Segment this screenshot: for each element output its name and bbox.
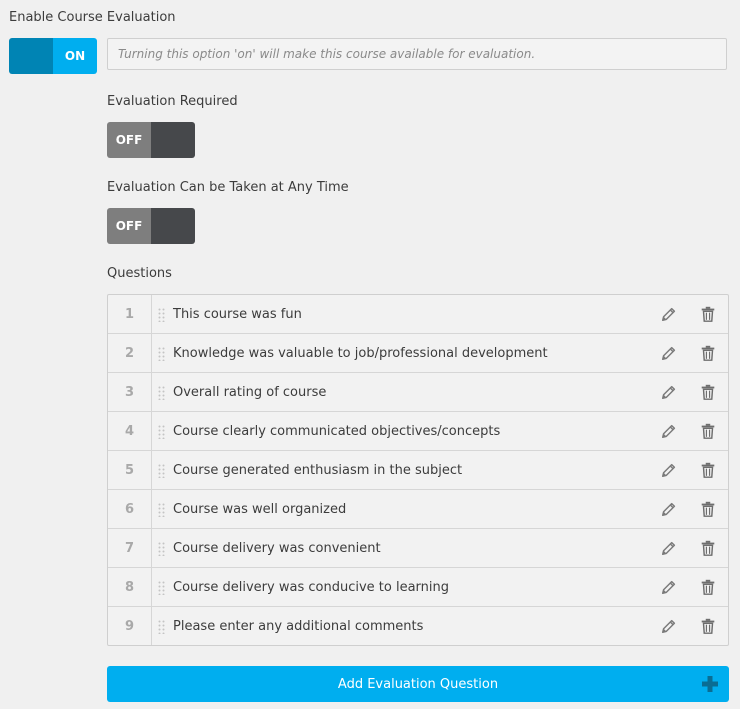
drag-handle-icon[interactable]	[158, 463, 166, 479]
toggle-state-off: OFF	[107, 208, 151, 244]
question-number: 9	[108, 607, 152, 645]
pencil-icon[interactable]	[659, 421, 679, 441]
question-number: 7	[108, 529, 152, 567]
question-row[interactable]: 2 Knowledge was valuable to job/professio…	[108, 334, 728, 373]
question-text: Course was well organized	[173, 501, 347, 517]
question-row[interactable]: 5 Course generated enthusiasm in the subj…	[108, 451, 728, 490]
question-text: Course delivery was conducive to learnin…	[173, 579, 449, 595]
question-text: Course generated enthusiasm in the subje…	[173, 462, 463, 478]
evaluation-required-toggle[interactable]: OFF	[107, 122, 195, 158]
trash-icon[interactable]	[698, 616, 718, 636]
question-number: 8	[108, 568, 152, 606]
pencil-icon[interactable]	[659, 343, 679, 363]
trash-icon[interactable]	[698, 460, 718, 480]
trash-icon[interactable]	[698, 421, 718, 441]
plus-icon	[702, 676, 718, 692]
drag-handle-icon[interactable]	[158, 619, 166, 635]
question-row[interactable]: 3 Overall rating of course	[108, 373, 728, 412]
drag-handle-icon[interactable]	[158, 424, 166, 440]
question-row[interactable]: 7 Course delivery was convenient	[108, 529, 728, 568]
trash-icon[interactable]	[698, 577, 718, 597]
trash-icon[interactable]	[698, 343, 718, 363]
drag-handle-icon[interactable]	[158, 541, 166, 557]
question-number: 4	[108, 412, 152, 450]
drag-handle-icon[interactable]	[158, 385, 166, 401]
question-row[interactable]: 6 Course was well organized	[108, 490, 728, 529]
pencil-icon[interactable]	[659, 460, 679, 480]
drag-handle-icon[interactable]	[158, 346, 166, 362]
question-text: Course delivery was convenient	[173, 540, 381, 556]
enable-evaluation-toggle[interactable]: ON	[9, 38, 97, 74]
question-text: Please enter any additional comments	[173, 618, 424, 634]
toggle-state-on: ON	[53, 38, 97, 74]
pencil-icon[interactable]	[659, 538, 679, 558]
add-evaluation-question-label: Add Evaluation Question	[337, 676, 499, 692]
enable-evaluation-label: Enable Course Evaluation	[9, 10, 176, 25]
evaluation-required-label: Evaluation Required	[107, 94, 238, 109]
question-row[interactable]: 1 This course was fun	[108, 295, 728, 334]
trash-icon[interactable]	[698, 499, 718, 519]
drag-handle-icon[interactable]	[158, 502, 166, 518]
evaluation-anytime-label: Evaluation Can be Taken at Any Time	[107, 180, 349, 195]
question-row[interactable]: 9 Please enter any additional comments	[108, 607, 728, 645]
question-text: Course clearly communicated objectives/c…	[173, 423, 501, 439]
drag-handle-icon[interactable]	[158, 580, 166, 596]
question-row[interactable]: 4 Course clearly communicated objectives/…	[108, 412, 728, 451]
trash-icon[interactable]	[698, 382, 718, 402]
toggle-state-off: OFF	[107, 122, 151, 158]
toggle-knob	[151, 122, 195, 158]
enable-evaluation-hint: Turning this option 'on' will make this …	[107, 38, 727, 70]
pencil-icon[interactable]	[659, 304, 679, 324]
trash-icon[interactable]	[698, 304, 718, 324]
toggle-knob	[9, 38, 53, 74]
question-number: 3	[108, 373, 152, 411]
question-number: 1	[108, 295, 152, 333]
evaluation-anytime-toggle[interactable]: OFF	[107, 208, 195, 244]
trash-icon[interactable]	[698, 538, 718, 558]
question-row[interactable]: 8 Course delivery was conducive to learni…	[108, 568, 728, 607]
questions-label: Questions	[107, 266, 172, 281]
drag-handle-icon[interactable]	[158, 307, 166, 323]
question-number: 2	[108, 334, 152, 372]
pencil-icon[interactable]	[659, 616, 679, 636]
question-number: 6	[108, 490, 152, 528]
question-text: Knowledge was valuable to job/profession…	[173, 345, 548, 361]
toggle-knob	[151, 208, 195, 244]
pencil-icon[interactable]	[659, 382, 679, 402]
question-text: Overall rating of course	[173, 384, 327, 400]
pencil-icon[interactable]	[659, 577, 679, 597]
question-number: 5	[108, 451, 152, 489]
questions-table: 1 This course was fun 2 Knowledge was valua…	[107, 294, 729, 646]
question-text: This course was fun	[173, 306, 302, 322]
pencil-icon[interactable]	[659, 499, 679, 519]
add-evaluation-question-button[interactable]: Add Evaluation Question	[107, 666, 729, 702]
